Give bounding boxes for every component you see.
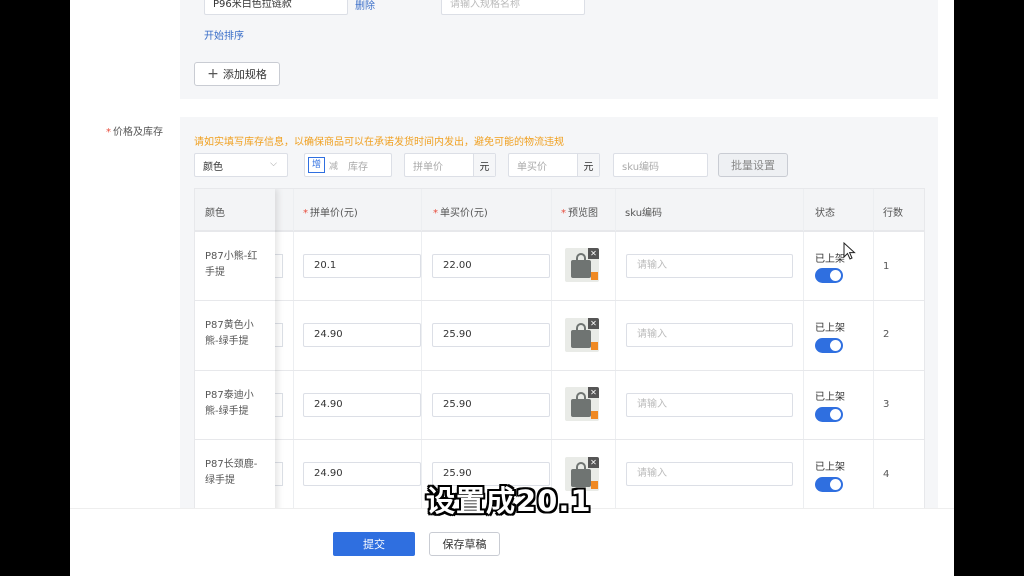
color-name: P87长颈鹿-绿手提 [205, 459, 258, 486]
stock-add-toggle[interactable]: 增 [308, 157, 326, 173]
add-spec-label: 添加规格 [222, 68, 267, 81]
add-spec-button[interactable]: + 添加规格 [194, 62, 280, 86]
header-status: 状态 [815, 208, 835, 219]
single-price-input[interactable]: 25.90 [432, 323, 550, 347]
start-sort-link[interactable]: 开始排序 [204, 27, 244, 42]
col-divider [551, 189, 552, 517]
stock-field[interactable]: 增 减 库存 [304, 153, 392, 177]
spec-name-row: P96米白色拉链款 [204, 0, 348, 15]
row-number: 1 [883, 261, 890, 272]
col-divider [421, 189, 422, 517]
header-single-price: * 单买价(元) [433, 208, 488, 219]
sku-input[interactable]: 请输入 [626, 462, 793, 486]
batch-set-button[interactable]: 批量设置 [718, 153, 788, 177]
group-price-input[interactable]: 拼单价 [413, 158, 473, 173]
row-divider [195, 370, 275, 371]
row-divider [195, 300, 924, 301]
delete-spec-link[interactable]: 删除 [355, 0, 375, 12]
row-divider [195, 231, 924, 232]
stock-sub-toggle[interactable]: 减 [329, 159, 338, 172]
status-toggle[interactable] [815, 477, 843, 492]
sku-input[interactable]: 请输入 [626, 323, 793, 347]
spec-name-input[interactable]: 请输入规格名称 [441, 0, 585, 15]
status-label: 已上架 [815, 392, 845, 403]
col-divider [293, 189, 294, 517]
single-price-input[interactable]: 25.90 [432, 393, 550, 417]
save-draft-button[interactable]: 保存草稿 [429, 532, 500, 556]
row-number: 3 [883, 399, 890, 410]
stock-cell-input[interactable] [275, 323, 283, 347]
video-subtitle: 设置成20.1 [426, 484, 592, 518]
row-divider [195, 231, 275, 232]
preview-image[interactable]: ✕ [565, 318, 599, 352]
group-price-input[interactable]: 24.90 [303, 323, 421, 347]
plus-icon: + [207, 66, 219, 82]
color-name: P87黄色小熊-绿手提 [205, 320, 254, 347]
status-label: 已上架 [815, 462, 845, 473]
status-toggle[interactable] [815, 268, 843, 283]
row-divider [195, 439, 275, 440]
preview-image[interactable]: ✕ [565, 248, 599, 282]
close-icon[interactable]: ✕ [588, 457, 599, 468]
close-icon[interactable]: ✕ [588, 318, 599, 329]
mouse-cursor-icon [843, 242, 856, 260]
status-toggle[interactable] [815, 338, 843, 353]
preview-image[interactable]: ✕ [565, 387, 599, 421]
submit-button[interactable]: 提交 [333, 532, 415, 556]
color-select-value: 颜色 [203, 161, 223, 173]
status-label: 已上架 [815, 323, 845, 334]
stock-cell-input[interactable] [275, 254, 283, 278]
status-label: 已上架 [815, 254, 845, 265]
group-price-unit: 元 [473, 154, 495, 176]
header-sku: sku编码 [625, 208, 663, 219]
sku-batch-input[interactable]: sku编码 [613, 153, 708, 177]
single-price-input[interactable]: 22.00 [432, 254, 550, 278]
spec-value-input[interactable]: P96米白色拉链款 [204, 0, 348, 15]
col-divider [615, 189, 616, 517]
header-color: 颜色 [205, 208, 225, 219]
color-name: P87泰迪小熊-绿手提 [205, 390, 254, 417]
group-price-input[interactable]: 24.90 [303, 393, 421, 417]
header-rownum: 行数 [883, 208, 903, 219]
chevron-down-icon: ⌵ [270, 159, 277, 169]
sku-input[interactable]: 请输入 [626, 393, 793, 417]
single-price-unit: 元 [577, 154, 599, 176]
required-mark: * [106, 127, 111, 138]
sku-input[interactable]: 请输入 [626, 254, 793, 278]
group-price-field[interactable]: 拼单价 元 [404, 153, 496, 177]
color-select[interactable]: 颜色 ⌵ [194, 153, 288, 177]
stock-warning: 请如实填写库存信息，以确保商品可以在承诺发货时间内发出，避免可能的物流违规 [194, 137, 564, 148]
row-divider [195, 370, 924, 371]
color-name: P87小熊-红手提 [205, 251, 258, 278]
group-price-input[interactable]: 20.1 [303, 254, 421, 278]
row-number: 2 [883, 329, 890, 340]
frozen-color-column: 颜色 P87小熊-红手提 P87黄色小熊-绿手提 P87泰迪小熊-绿手提 P87… [195, 189, 275, 517]
price-section-label: * 价格及库存 [106, 127, 163, 138]
status-toggle[interactable] [815, 407, 843, 422]
col-divider [803, 189, 804, 517]
close-icon[interactable]: ✕ [588, 387, 599, 398]
header-group-price: * 拼单价(元) [303, 208, 358, 219]
single-price-field[interactable]: 单买价 元 [508, 153, 600, 177]
stock-input[interactable]: 库存 [348, 158, 368, 173]
group-price-input[interactable]: 24.90 [303, 462, 421, 486]
close-icon[interactable]: ✕ [588, 248, 599, 259]
row-divider [195, 300, 275, 301]
stock-cell-input[interactable] [275, 393, 283, 417]
col-divider [873, 189, 874, 517]
stock-cell-input[interactable] [275, 462, 283, 486]
row-divider [195, 439, 924, 440]
row-number: 4 [883, 469, 890, 480]
header-preview: * 预览图 [561, 208, 598, 219]
sku-table: * 拼单价(元) * 单买价(元) * 预览图 sku编码 状态 行数 20.1 22… [194, 188, 925, 518]
single-price-input[interactable]: 单买价 [517, 158, 577, 173]
